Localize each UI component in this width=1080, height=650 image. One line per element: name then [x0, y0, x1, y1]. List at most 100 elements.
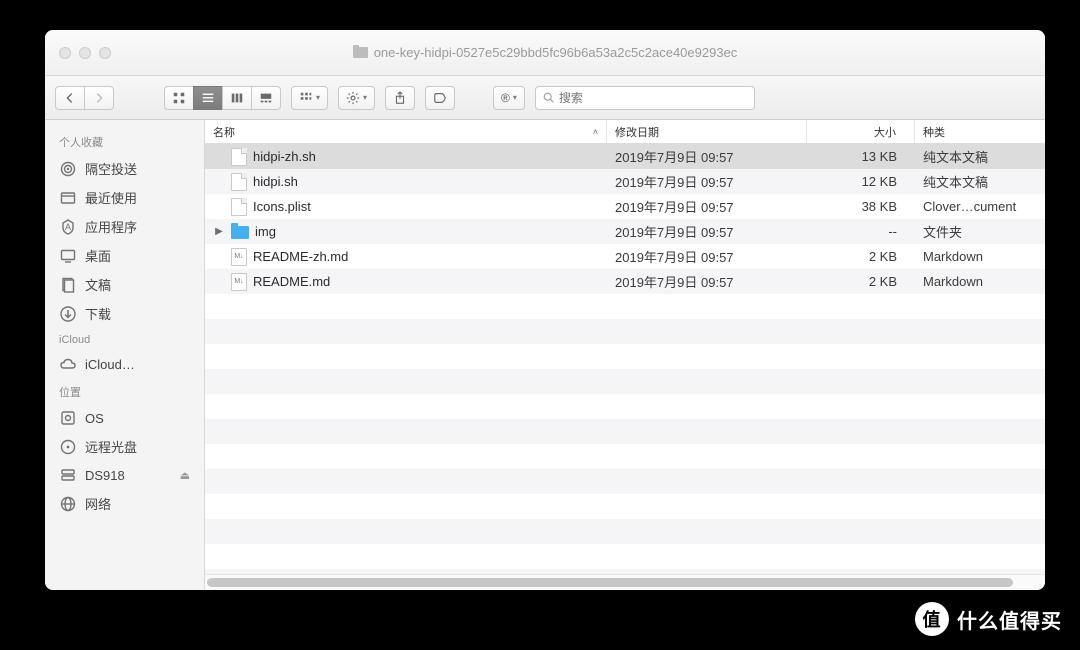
sidebar-item-label: 文稿 [85, 275, 111, 294]
tag-icon [433, 91, 447, 105]
grid-icon [172, 91, 186, 105]
sidebar-section-header: iCloud [45, 328, 204, 350]
file-name: README-zh.md [253, 249, 348, 264]
disk-icon [59, 409, 77, 427]
chevron-down-icon: ▾ [363, 93, 367, 102]
airdrop-icon [59, 160, 77, 178]
rows: hidpi-zh.sh 2019年7月9日 09:57 13 KB 纯文本文稿 … [205, 144, 1045, 574]
document-icon [231, 198, 247, 216]
table-row[interactable]: M↓ README.md 2019年7月9日 09:57 2 KB Markdo… [205, 269, 1045, 294]
forward-button[interactable] [84, 86, 114, 110]
document-icon [231, 173, 247, 191]
empty-row [205, 369, 1045, 394]
empty-row [205, 469, 1045, 494]
list-view-button[interactable] [193, 86, 222, 110]
nav-segment [55, 86, 114, 110]
columns-icon [230, 91, 244, 105]
scrollbar-thumb[interactable] [207, 578, 1013, 587]
markdown-icon: M↓ [231, 248, 247, 266]
gear-icon [346, 91, 360, 105]
column-kind[interactable]: 种类 [915, 120, 1045, 143]
empty-row [205, 419, 1045, 444]
sidebar-item-label: 下载 [85, 304, 111, 323]
sidebar-item[interactable]: 最近使用 [45, 183, 204, 212]
registered-button[interactable]: ® ▾ [493, 86, 525, 110]
cell-name: hidpi-zh.sh [205, 148, 607, 166]
close-button[interactable] [59, 47, 71, 59]
sidebar-item[interactable]: A应用程序 [45, 212, 204, 241]
sort-ascending-icon: ˄ [593, 127, 598, 137]
cell-date: 2019年7月9日 09:57 [607, 247, 807, 266]
tags-button[interactable] [425, 86, 455, 110]
share-icon [393, 91, 407, 105]
chevron-down-icon: ▾ [513, 93, 517, 102]
back-button[interactable] [55, 86, 84, 110]
sidebar-item[interactable]: iCloud… [45, 350, 204, 378]
folder-icon [231, 226, 249, 239]
disclosure-triangle[interactable]: ▶ [213, 226, 225, 237]
cell-size: 38 KB [807, 199, 915, 214]
table-row[interactable]: Icons.plist 2019年7月9日 09:57 38 KB Clover… [205, 194, 1045, 219]
cell-size: 2 KB [807, 249, 915, 264]
sidebar-item[interactable]: OS [45, 404, 204, 432]
column-name[interactable]: 名称 ˄ [205, 120, 607, 143]
cell-kind: Markdown [915, 274, 1045, 289]
cell-kind: Markdown [915, 249, 1045, 264]
list-icon [201, 91, 215, 105]
chevron-left-icon [63, 91, 77, 105]
empty-row [205, 544, 1045, 569]
sidebar-item[interactable]: 文稿 [45, 270, 204, 299]
remotedisk-icon [59, 438, 77, 456]
horizontal-scrollbar[interactable] [205, 574, 1045, 590]
sidebar[interactable]: 个人收藏隔空投送最近使用A应用程序桌面文稿下载iCloudiCloud…位置OS… [45, 120, 205, 590]
table-row[interactable]: hidpi.sh 2019年7月9日 09:57 12 KB 纯文本文稿 [205, 169, 1045, 194]
table-row[interactable]: hidpi-zh.sh 2019年7月9日 09:57 13 KB 纯文本文稿 [205, 144, 1045, 169]
column-kind-label: 种类 [923, 124, 945, 140]
share-button[interactable] [385, 86, 415, 110]
network-icon [59, 495, 77, 513]
column-size-label: 大小 [874, 124, 896, 140]
search-field[interactable] [535, 86, 755, 110]
icon-view-button[interactable] [164, 86, 193, 110]
cell-date: 2019年7月9日 09:57 [607, 172, 807, 191]
sidebar-item[interactable]: 隔空投送 [45, 154, 204, 183]
toolbar: ▾ ▾ ® ▾ [45, 76, 1045, 120]
sidebar-item[interactable]: 网络 [45, 489, 204, 518]
column-size[interactable]: 大小 [807, 120, 915, 143]
cell-name: M↓ README.md [205, 273, 607, 291]
column-date[interactable]: 修改日期 [607, 120, 807, 143]
cell-date: 2019年7月9日 09:57 [607, 147, 807, 166]
cell-name: ▶ img [205, 224, 607, 239]
sidebar-item-label: 隔空投送 [85, 159, 137, 178]
folder-icon [353, 47, 368, 58]
empty-row [205, 444, 1045, 469]
icloud-icon [59, 355, 77, 373]
cell-kind: 纯文本文稿 [915, 172, 1045, 191]
empty-row [205, 294, 1045, 319]
sidebar-item-label: 桌面 [85, 246, 111, 265]
table-row[interactable]: ▶ img 2019年7月9日 09:57 -- 文件夹 [205, 219, 1045, 244]
gallery-view-button[interactable] [251, 86, 281, 110]
eject-icon[interactable]: ⏏ [180, 469, 190, 482]
arrange-button[interactable]: ▾ [291, 86, 328, 110]
cell-size: 12 KB [807, 174, 915, 189]
sidebar-item[interactable]: 远程光盘 [45, 432, 204, 461]
zoom-button[interactable] [99, 47, 111, 59]
table-row[interactable]: M↓ README-zh.md 2019年7月9日 09:57 2 KB Mar… [205, 244, 1045, 269]
arrange-icon [299, 91, 313, 105]
sidebar-item[interactable]: DS918⏏ [45, 461, 204, 489]
column-headers: 名称 ˄ 修改日期 大小 种类 [205, 120, 1045, 144]
minimize-button[interactable] [79, 47, 91, 59]
action-button[interactable]: ▾ [338, 86, 375, 110]
column-view-button[interactable] [222, 86, 251, 110]
cell-date: 2019年7月9日 09:57 [607, 222, 807, 241]
cell-date: 2019年7月9日 09:57 [607, 197, 807, 216]
sidebar-item[interactable]: 下载 [45, 299, 204, 328]
sidebar-item[interactable]: 桌面 [45, 241, 204, 270]
chevron-down-icon: ▾ [316, 93, 320, 102]
empty-row [205, 319, 1045, 344]
sidebar-section-header: 位置 [45, 378, 204, 404]
nas-icon [59, 466, 77, 484]
gallery-icon [259, 91, 273, 105]
search-input[interactable] [559, 91, 748, 105]
